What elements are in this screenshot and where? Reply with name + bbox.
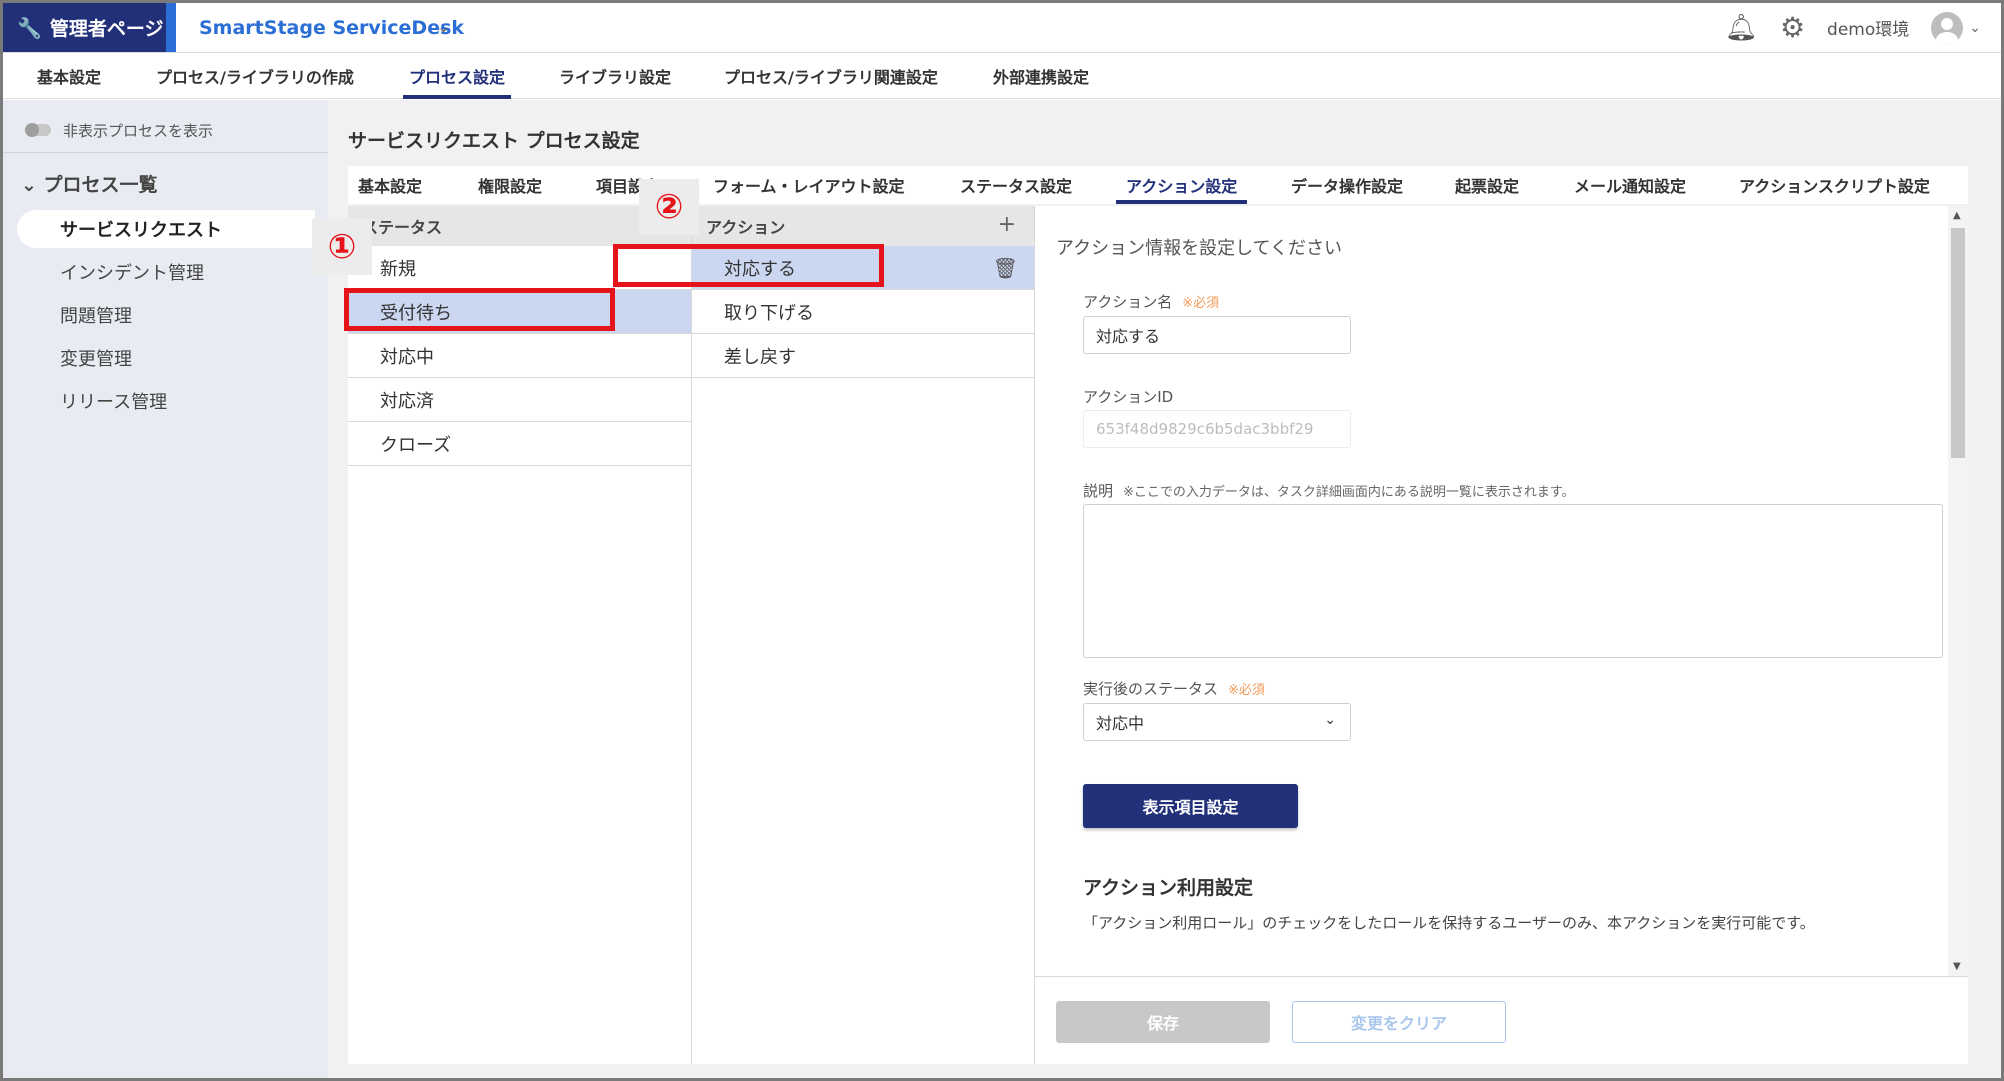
sidebar-item-incident[interactable]: インシデント管理 [17, 253, 315, 291]
topnav-item-create[interactable]: プロセス/ライブラリの作成 [156, 53, 354, 99]
trash-icon[interactable]: 🗑︎ [993, 256, 1018, 280]
description-label: 説明 ※ここでの入力データは、タスク詳細画面内にある説明一覧に表示されます。 [1083, 480, 1575, 501]
admin-page-badge[interactable]: 🔧 管理者ページ [3, 3, 175, 52]
post-status-label-text: 実行後のステータス [1083, 680, 1219, 698]
header-actions: 🔔︎ ⚙ demo環境 ⌄ [1725, 3, 1981, 52]
chevron-down-icon: ⌄ [21, 174, 44, 196]
tab-action-script[interactable]: アクションスクリプト設定 [1739, 166, 1930, 204]
topnav-item-library-settings[interactable]: ライブラリ設定 [559, 53, 671, 99]
tab-data-operation[interactable]: データ操作設定 [1291, 166, 1403, 204]
highlight-box-status [344, 288, 615, 331]
hidden-process-toggle[interactable] [25, 123, 51, 137]
required-mark: ※必須 [1182, 296, 1220, 311]
action-column-title: アクション [706, 218, 786, 237]
post-status-value: 対応中 [1096, 714, 1145, 733]
avatar[interactable] [1931, 11, 1964, 44]
display-items-button[interactable]: 表示項目設定 [1083, 784, 1298, 828]
usage-section-title: アクション利用設定 [1083, 877, 1254, 899]
detail-footer: 保存 変更をクリア [1035, 976, 1968, 1064]
status-column: ステータス 新規 受付待ち 対応中 対応済 クローズ [348, 206, 692, 1064]
page-title: サービスリクエスト プロセス設定 [348, 130, 640, 152]
description-label-text: 説明 [1083, 482, 1114, 500]
process-list-title: プロセス一覧 [43, 174, 158, 196]
tab-ticket-creation[interactable]: 起票設定 [1455, 166, 1519, 204]
post-status-label: 実行後のステータス ※必須 [1083, 678, 1265, 699]
top-navigation: 基本設定 プロセス/ライブラリの作成 プロセス設定 ライブラリ設定 プロセス/ラ… [3, 53, 2001, 99]
tab-action[interactable]: アクション設定 [1115, 166, 1248, 204]
sidebar: 非表示プロセスを表示 ⌄ プロセス一覧 サービスリクエスト インシデント管理 問… [3, 100, 328, 1078]
step-marker-2: ② [639, 179, 699, 235]
action-column: アクション + 対応する 🗑︎ 取り下げる 差し戻す [692, 206, 1035, 1064]
action-id-field: 653f48d9829c6b5dac3bbf29 [1083, 410, 1351, 448]
action-name-field[interactable]: 対応する [1083, 316, 1351, 354]
post-status-select[interactable]: 対応中 ⌄ [1083, 703, 1351, 741]
scrollbar-thumb[interactable] [1951, 228, 1965, 458]
description-note: ※ここでの入力データは、タスク詳細画面内にある説明一覧に表示されます。 [1123, 485, 1575, 500]
app-window: 🔧 管理者ページ SmartStage ServiceDesk ⌄ 🔔︎ ⚙ d… [0, 0, 2004, 1081]
action-row[interactable]: 差し戻す [692, 334, 1034, 378]
action-row[interactable]: 取り下げる [692, 290, 1034, 334]
divider [3, 152, 328, 153]
step-marker-1: ① [312, 219, 372, 275]
highlight-box-action [613, 244, 884, 287]
main-area: サービスリクエスト プロセス設定 基本設定 権限設定 項目設定 フォーム・レイア… [312, 100, 2001, 1078]
chevron-down-icon: ⌄ [1324, 712, 1336, 728]
chevron-down-icon[interactable]: ⌄ [1969, 20, 1981, 36]
detail-scrollbar[interactable]: ▲ ▼ [1948, 206, 1968, 976]
admin-badge-stripe [166, 3, 176, 52]
status-row[interactable]: 対応中 [348, 334, 691, 378]
action-name-label-text: アクション名 [1083, 293, 1173, 311]
environment-label: demo環境 [1827, 20, 1910, 40]
process-settings-tabs: 基本設定 権限設定 項目設定 フォーム・レイアウト設定 ステータス設定 アクショ… [348, 166, 1968, 204]
sidebar-item-change[interactable]: 変更管理 [17, 339, 315, 377]
description-textarea[interactable] [1083, 504, 1943, 658]
sidebar-item-service-request[interactable]: サービスリクエスト [17, 210, 315, 248]
tab-status[interactable]: ステータス設定 [960, 166, 1072, 204]
save-button[interactable]: 保存 [1056, 1001, 1270, 1043]
admin-page-label: 管理者ページ [49, 18, 164, 40]
sidebar-item-release[interactable]: リリース管理 [17, 382, 315, 420]
usage-section-desc: 「アクション利用ロール」のチェックをしたロールを保持するユーザーのみ、本アクショ… [1083, 914, 1815, 932]
clear-changes-button[interactable]: 変更をクリア [1292, 1001, 1506, 1043]
chevron-down-icon[interactable]: ⌄ [437, 17, 450, 36]
detail-intro: アクション情報を設定してください [1056, 238, 1343, 259]
tab-permissions[interactable]: 権限設定 [478, 166, 542, 204]
required-mark: ※必須 [1228, 683, 1265, 698]
app-header: 🔧 管理者ページ SmartStage ServiceDesk ⌄ 🔔︎ ⚙ d… [3, 3, 2001, 53]
hidden-process-toggle-label: 非表示プロセスを表示 [63, 122, 214, 140]
topnav-item-basic[interactable]: 基本設定 [37, 53, 101, 99]
bell-icon[interactable]: 🔔︎ [1725, 13, 1758, 43]
tab-basic[interactable]: 基本設定 [358, 166, 422, 204]
topnav-item-external-settings[interactable]: 外部連携設定 [993, 53, 1089, 99]
topnav-item-relation-settings[interactable]: プロセス/ライブラリ関連設定 [724, 53, 938, 99]
tab-mail-notification[interactable]: メール通知設定 [1574, 166, 1686, 204]
sidebar-item-problem[interactable]: 問題管理 [17, 296, 315, 334]
add-action-icon[interactable]: + [998, 212, 1016, 237]
gear-icon[interactable]: ⚙ [1780, 11, 1805, 44]
status-row[interactable]: 対応済 [348, 378, 691, 422]
status-row[interactable]: クローズ [348, 422, 691, 466]
action-id-label: アクションID [1083, 388, 1174, 406]
wrench-icon: 🔧 [17, 15, 42, 40]
tab-form-layout[interactable]: フォーム・レイアウト設定 [713, 166, 905, 204]
app-name[interactable]: SmartStage ServiceDesk [199, 3, 464, 52]
action-detail-scroll[interactable]: アクション情報を設定してください アクション名 ※必須 対応する アクションID … [1035, 206, 1968, 976]
process-list-heading[interactable]: ⌄ プロセス一覧 [21, 170, 158, 197]
action-detail-panel: アクション情報を設定してください アクション名 ※必須 対応する アクションID … [1035, 206, 1968, 1064]
topnav-item-process-settings[interactable]: プロセス設定 [402, 53, 512, 99]
action-column-header: アクション + [692, 206, 1034, 246]
settings-panel: ステータス 新規 受付待ち 対応中 対応済 クローズ アクション + 対応する … [344, 206, 1968, 1064]
action-name-label: アクション名 ※必須 [1083, 291, 1219, 312]
scroll-up-icon[interactable]: ▲ [1953, 210, 1961, 221]
scroll-down-icon[interactable]: ▼ [1953, 961, 1961, 972]
